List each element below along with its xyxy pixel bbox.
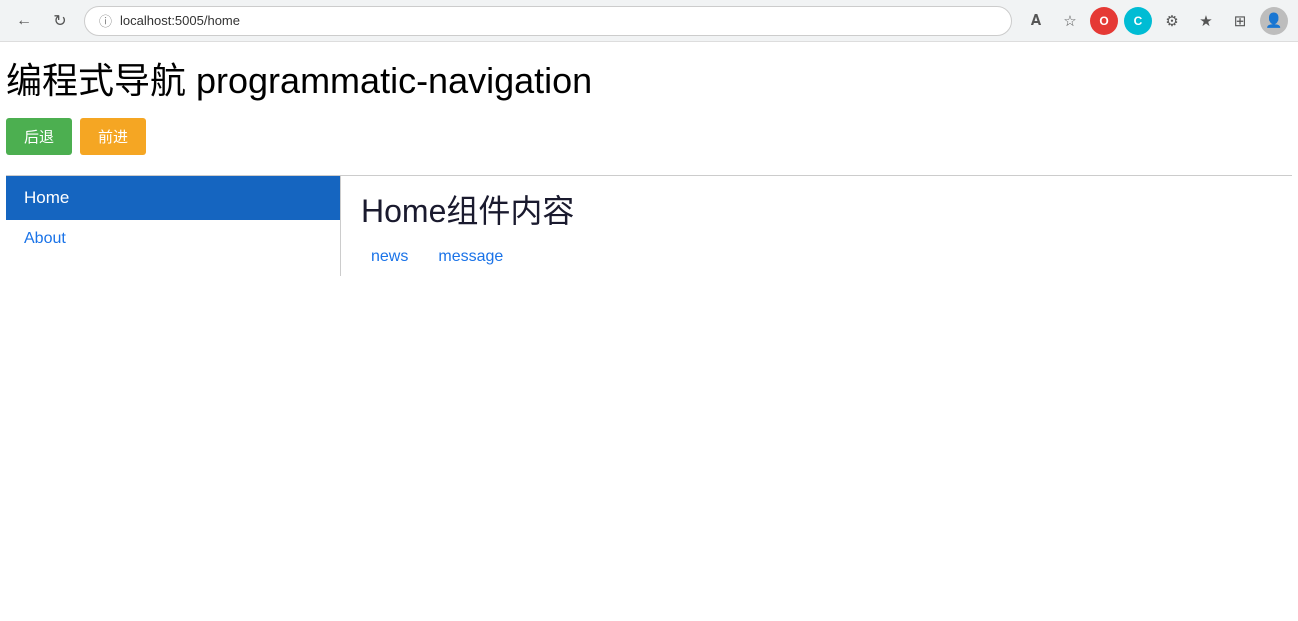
sidebar-item-about[interactable]: About xyxy=(6,220,340,258)
browser-nav-buttons: ← ↻ xyxy=(10,7,74,35)
message-link[interactable]: message xyxy=(438,248,503,266)
favorites-icon[interactable]: ☆ xyxy=(1056,7,1084,35)
c-extension-icon[interactable]: C xyxy=(1124,7,1152,35)
forward-button[interactable]: 前进 xyxy=(80,118,146,155)
address-bar[interactable]: ⓘ localhost:5005/home xyxy=(84,6,1012,36)
refresh-icon: ↻ xyxy=(53,11,66,31)
address-url: localhost:5005/home xyxy=(120,13,997,28)
user-avatar[interactable]: 👤 xyxy=(1260,7,1288,35)
main-layout: Home About Home组件内容 news message xyxy=(6,176,1292,276)
browser-chrome: ← ↻ ⓘ localhost:5005/home 𝐀 ☆ O C ⚙ ★ ⊞ … xyxy=(0,0,1298,42)
reader-mode-icon[interactable]: 𝐀 xyxy=(1022,7,1050,35)
news-link[interactable]: news xyxy=(371,248,408,266)
star-icon[interactable]: ★ xyxy=(1192,7,1220,35)
sub-links: news message xyxy=(361,248,1272,266)
refresh-button[interactable]: ↻ xyxy=(46,7,74,35)
home-component-title: Home组件内容 xyxy=(361,186,1272,232)
info-icon: ⓘ xyxy=(99,11,112,30)
button-row: 后退 前进 xyxy=(6,118,1292,155)
sidebar-nav: Home About xyxy=(6,176,341,276)
tab-icon[interactable]: ⊞ xyxy=(1226,7,1254,35)
back-icon: ← xyxy=(16,12,32,30)
content-area: Home组件内容 news message xyxy=(341,176,1292,276)
back-button[interactable]: ← xyxy=(10,7,38,35)
settings-icon[interactable]: ⚙ xyxy=(1158,7,1186,35)
back-button[interactable]: 后退 xyxy=(6,118,72,155)
browser-toolbar-icons: 𝐀 ☆ O C ⚙ ★ ⊞ 👤 xyxy=(1022,7,1288,35)
sidebar-item-home[interactable]: Home xyxy=(6,176,340,220)
page-content: 编程式导航 programmatic-navigation 后退 前进 Home… xyxy=(0,42,1298,286)
opera-icon[interactable]: O xyxy=(1090,7,1118,35)
page-title: 编程式导航 programmatic-navigation xyxy=(6,52,1292,104)
